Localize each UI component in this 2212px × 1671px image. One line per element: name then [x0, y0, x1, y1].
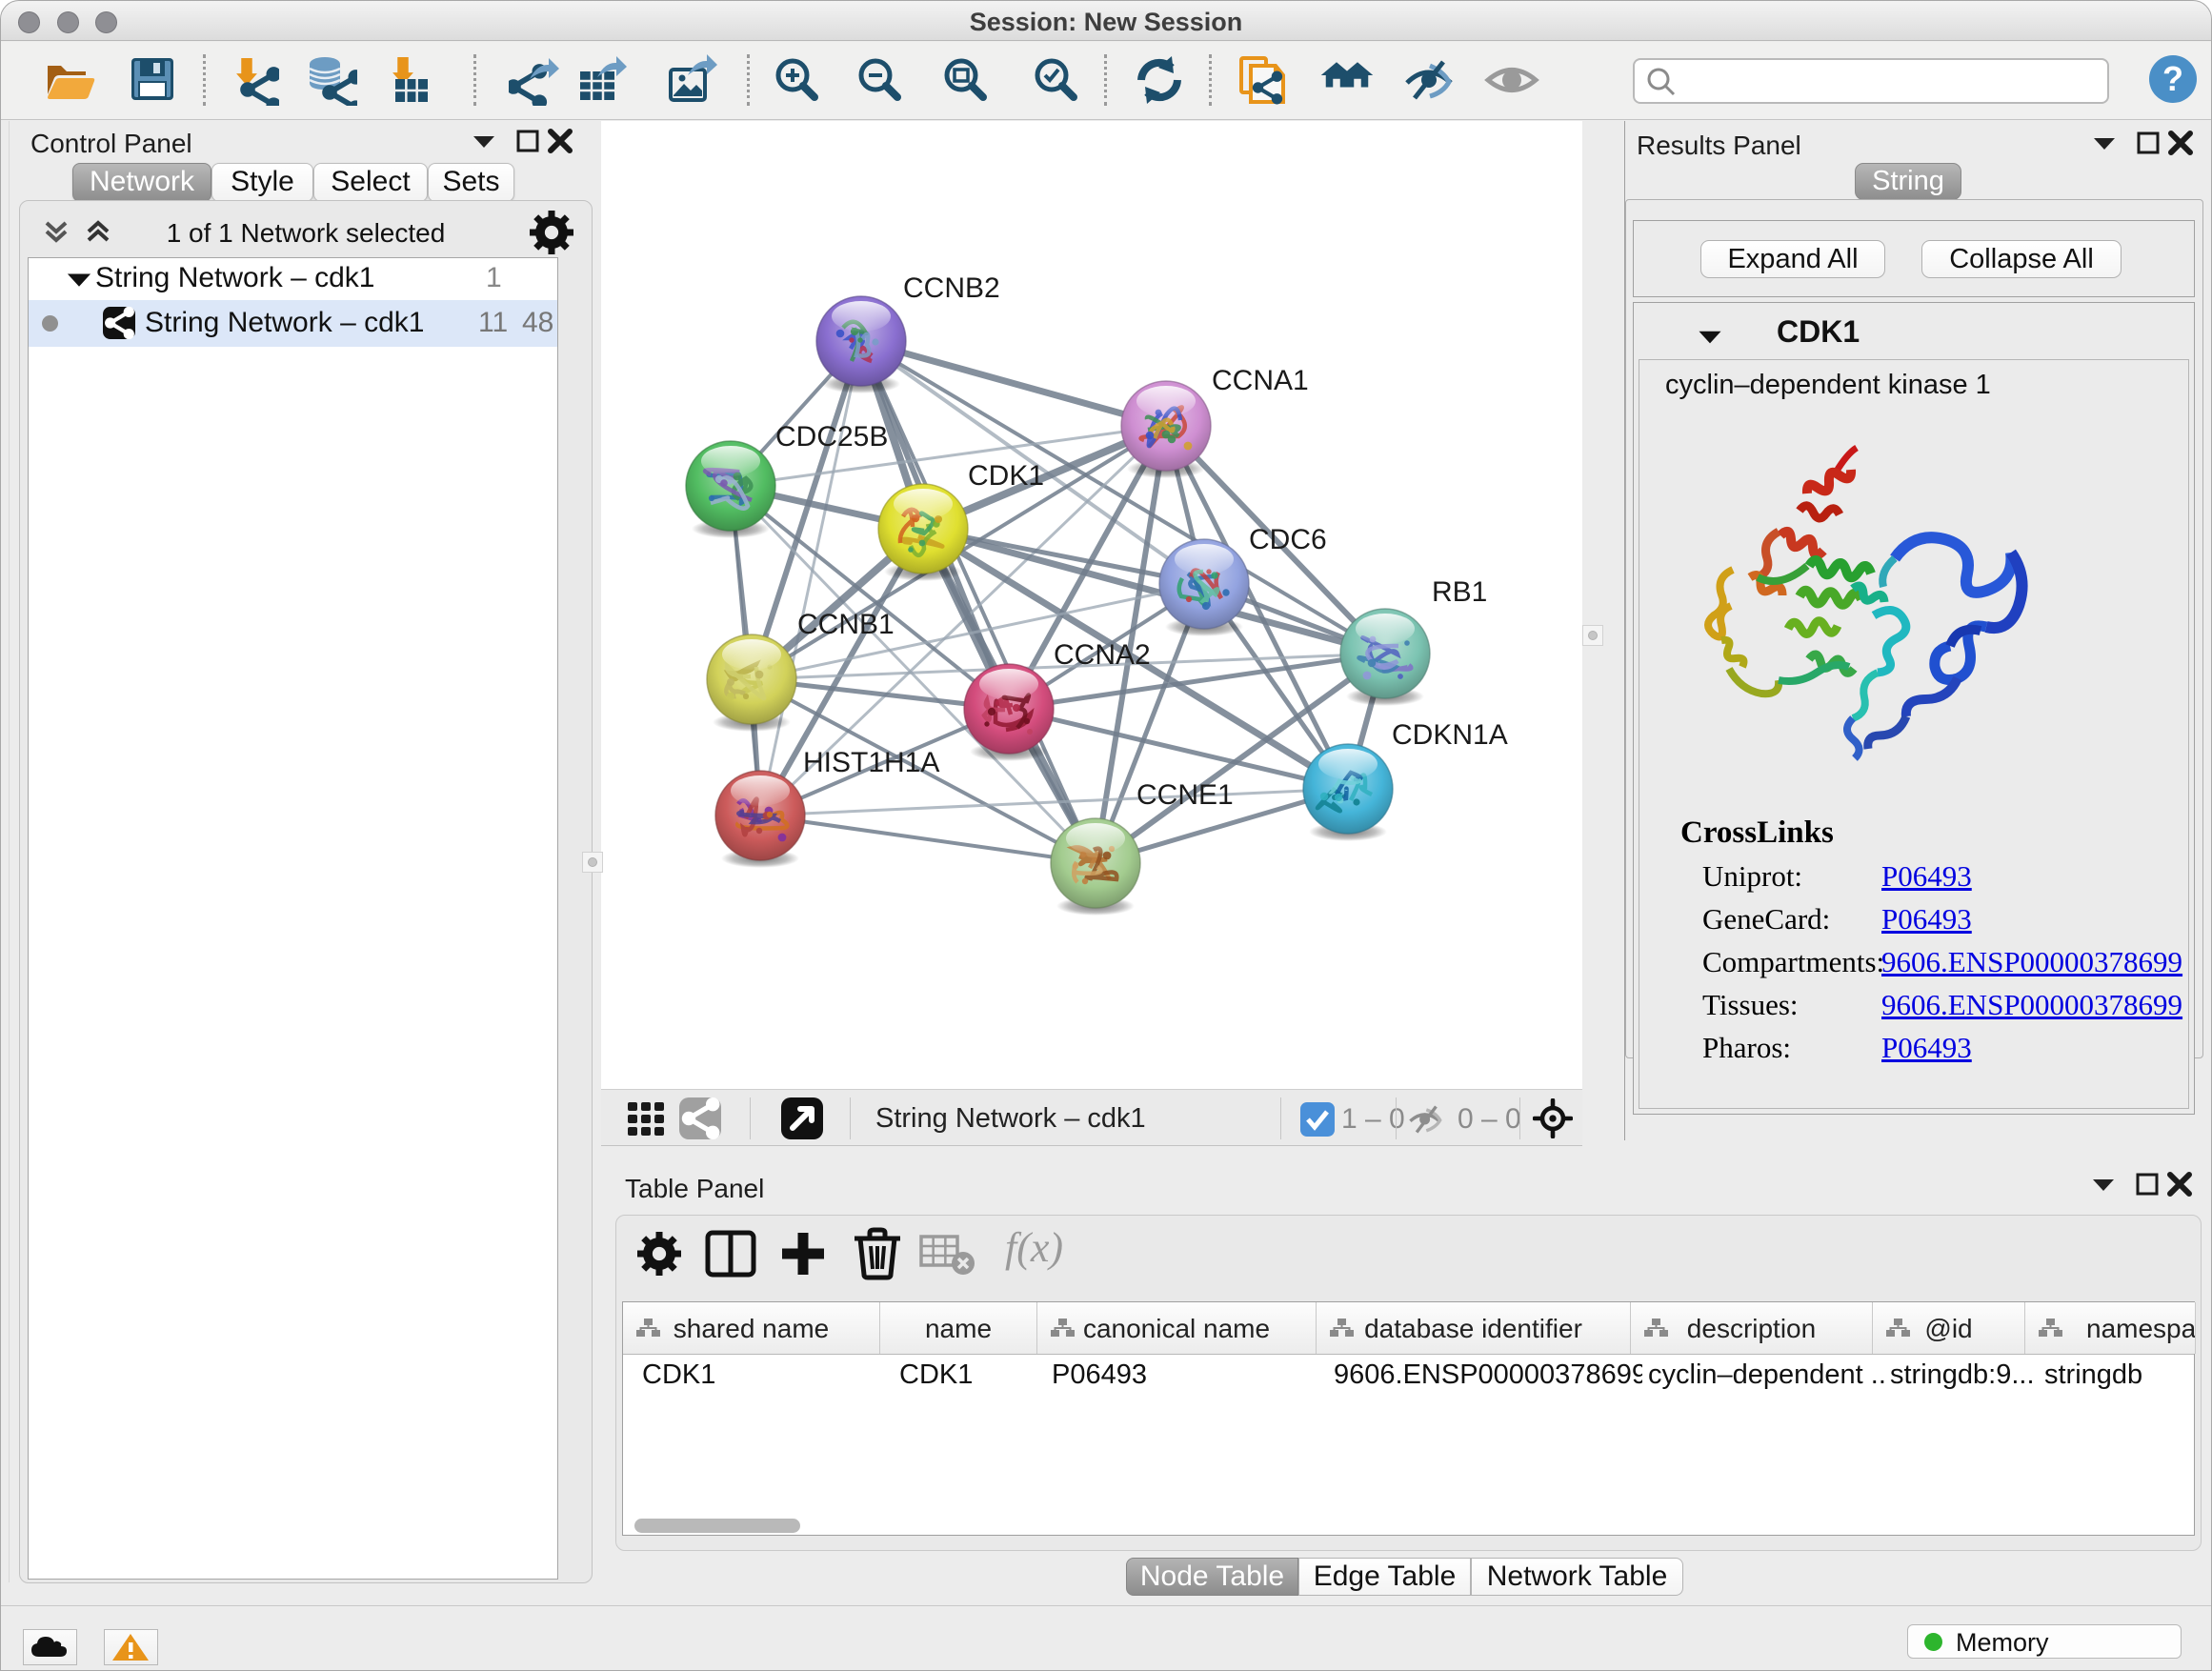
- svg-text:CCNB1: CCNB1: [797, 609, 895, 640]
- svg-text:CCNB2: CCNB2: [903, 272, 1000, 304]
- svg-text:RB1: RB1: [1432, 576, 1487, 608]
- svg-text:CDK1: CDK1: [968, 460, 1044, 492]
- svg-text:CDC6: CDC6: [1249, 524, 1327, 555]
- svg-text:CCNA2: CCNA2: [1054, 639, 1151, 671]
- svg-text:CDKN1A: CDKN1A: [1392, 719, 1508, 751]
- svg-text:CCNE1: CCNE1: [1136, 779, 1234, 811]
- svg-text:CDC25B: CDC25B: [775, 421, 888, 453]
- svg-text:?: ?: [2162, 59, 2183, 98]
- svg-text:HIST1H1A: HIST1H1A: [803, 747, 939, 778]
- svg-text:CCNA1: CCNA1: [1212, 365, 1309, 396]
